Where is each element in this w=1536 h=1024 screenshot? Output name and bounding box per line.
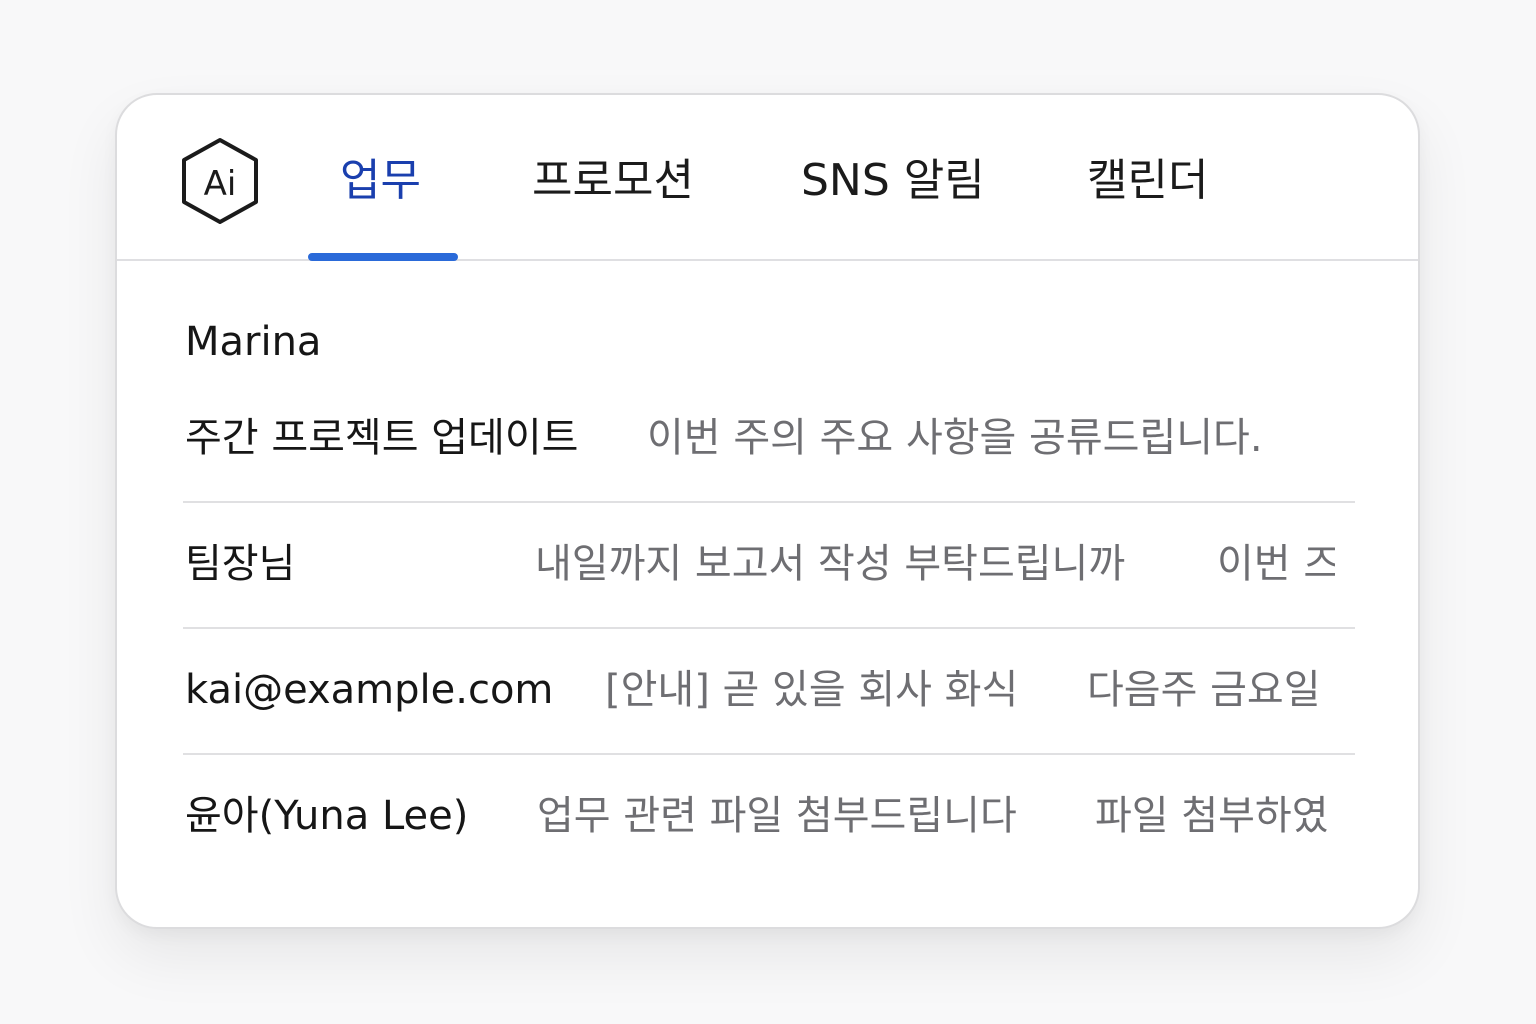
- mail-card: Ai 업무 프로모션 SNS 알림 캘린더 Marina 주간 프로젝트 업데이…: [115, 93, 1420, 929]
- tab-bar: Ai 업무 프로모션 SNS 알림 캘린더: [117, 95, 1418, 261]
- message-row[interactable]: 주간 프로젝트 업데이트 이번 주의 주요 사항을 공류드립니다.: [183, 375, 1355, 503]
- active-tab-indicator: [308, 253, 458, 261]
- message-row[interactable]: kai@example.com [안내] 곧 있을 회사 화식 다음주 금요일: [183, 627, 1355, 755]
- tab-promotions[interactable]: 프로모션: [532, 151, 694, 211]
- message-row[interactable]: 윤아(Yuna Lee) 업무 관련 파일 첨부드립니다 파일 첨부하였: [183, 753, 1355, 879]
- message-preview: 이번 주의 주요 사항을 공류드립니다.: [647, 415, 1263, 461]
- message-subject: 내일까지 보고서 작성 부탁드립니까: [535, 541, 1126, 587]
- message-subject: 주간 프로젝트 업데이트: [185, 415, 579, 461]
- ai-hexagon-logo-icon[interactable]: Ai: [180, 137, 260, 225]
- message-sender: 윤아(Yuna Lee): [185, 793, 469, 839]
- message-sender-marina: Marina: [185, 319, 322, 365]
- message-preview: 다음주 금요일: [1087, 667, 1321, 713]
- message-subject: [안내] 곧 있을 회사 화식: [605, 667, 1019, 713]
- message-row[interactable]: 팀장님 내일까지 보고서 작성 부탁드립니까 이번 즈: [183, 501, 1355, 629]
- message-sender: 팀장님: [185, 541, 296, 587]
- tab-sns-notifications[interactable]: SNS 알림: [801, 151, 985, 211]
- tab-calendar[interactable]: 캘린더: [1087, 151, 1208, 211]
- message-subject: 업무 관련 파일 첨부드립니다: [537, 793, 1017, 839]
- tab-work[interactable]: 업무: [340, 151, 421, 211]
- message-preview: 파일 첨부하였: [1095, 793, 1329, 839]
- message-sender: kai@example.com: [185, 667, 554, 713]
- logo-text: Ai: [204, 164, 237, 204]
- message-preview: 이번 즈: [1217, 541, 1335, 587]
